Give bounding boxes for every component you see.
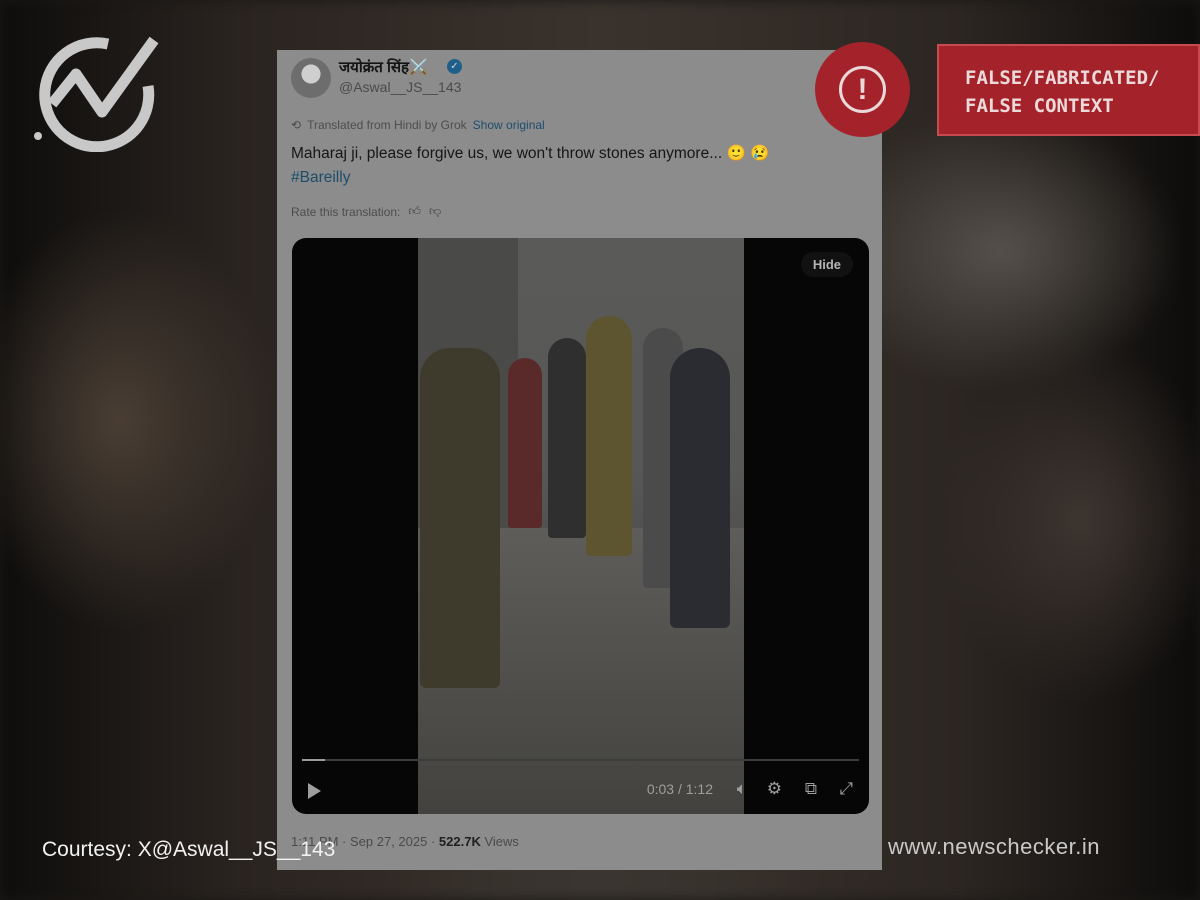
hashtag-link[interactable]: #Bareilly — [291, 166, 861, 190]
verdict-line-1: FALSE/FABRICATED/ — [965, 67, 1160, 89]
views-label: Views — [484, 834, 519, 849]
courtesy-credit: Courtesy: X@Aswal__JS__143 — [42, 838, 336, 861]
alert-badge: ! — [815, 42, 910, 137]
video-person — [508, 358, 542, 528]
user-handle[interactable]: @Aswal__JS__143 — [339, 79, 461, 95]
video-person — [420, 348, 500, 688]
hide-button[interactable]: Hide — [800, 252, 853, 277]
video-progress-fill — [302, 759, 326, 761]
rate-translation: Rate this translation: 👍︎ 👎︎ — [291, 204, 441, 219]
video-progress-bar[interactable] — [302, 759, 859, 761]
verified-icon: ✓ — [447, 59, 462, 74]
video-person — [670, 348, 730, 628]
translate-icon: ⟲ — [291, 118, 302, 132]
display-name[interactable]: जयोक्रंत सिंह⚔️ — [339, 57, 428, 77]
thumbs-down-icon[interactable]: 👎︎ — [429, 204, 441, 219]
tweet-text: Maharaj ji, please forgive us, we won't … — [291, 142, 861, 190]
alert-icon: ! — [839, 66, 886, 113]
tweet-body: Maharaj ji, please forgive us, we won't … — [291, 145, 770, 162]
translation-notice: ⟲ Translated from Hindi by Grok Show ori… — [291, 118, 545, 132]
video-person — [548, 338, 586, 538]
show-original-link[interactable]: Show original — [473, 118, 545, 132]
volume-icon[interactable]: 🔈︎ — [737, 779, 747, 799]
video-player[interactable]: Hide 0:03 / 1:12 🔈︎ ⚙ ⧉ ⤢ — [292, 238, 869, 814]
thumbs-up-icon[interactable]: 👍︎ — [408, 204, 421, 219]
rate-label: Rate this translation: — [291, 204, 401, 219]
video-controls: 0:03 / 1:12 🔈︎ ⚙ ⧉ ⤢ — [292, 778, 869, 804]
video-frame — [418, 238, 744, 814]
tweet-card: जयोक्रंत सिंह⚔️ ✓ @Aswal__JS__143 ⟲ Tran… — [277, 50, 882, 870]
settings-icon[interactable]: ⚙ — [767, 779, 782, 799]
verdict-label: FALSE/FABRICATED/ FALSE CONTEXT — [937, 44, 1200, 136]
translated-note: Translated from Hindi by Grok — [307, 118, 467, 132]
site-url: www.newschecker.in — [888, 834, 1100, 859]
verdict-line-2: FALSE CONTEXT — [965, 95, 1114, 117]
video-person — [586, 316, 632, 556]
newschecker-logo-icon — [34, 36, 159, 152]
views-count: 522.7K — [438, 834, 481, 849]
time-display: 0:03 / 1:12 — [646, 781, 713, 797]
pip-icon[interactable]: ⧉ — [805, 779, 817, 799]
fullscreen-icon[interactable]: ⤢ — [839, 779, 853, 799]
avatar[interactable] — [291, 58, 331, 98]
play-icon[interactable] — [308, 783, 321, 799]
